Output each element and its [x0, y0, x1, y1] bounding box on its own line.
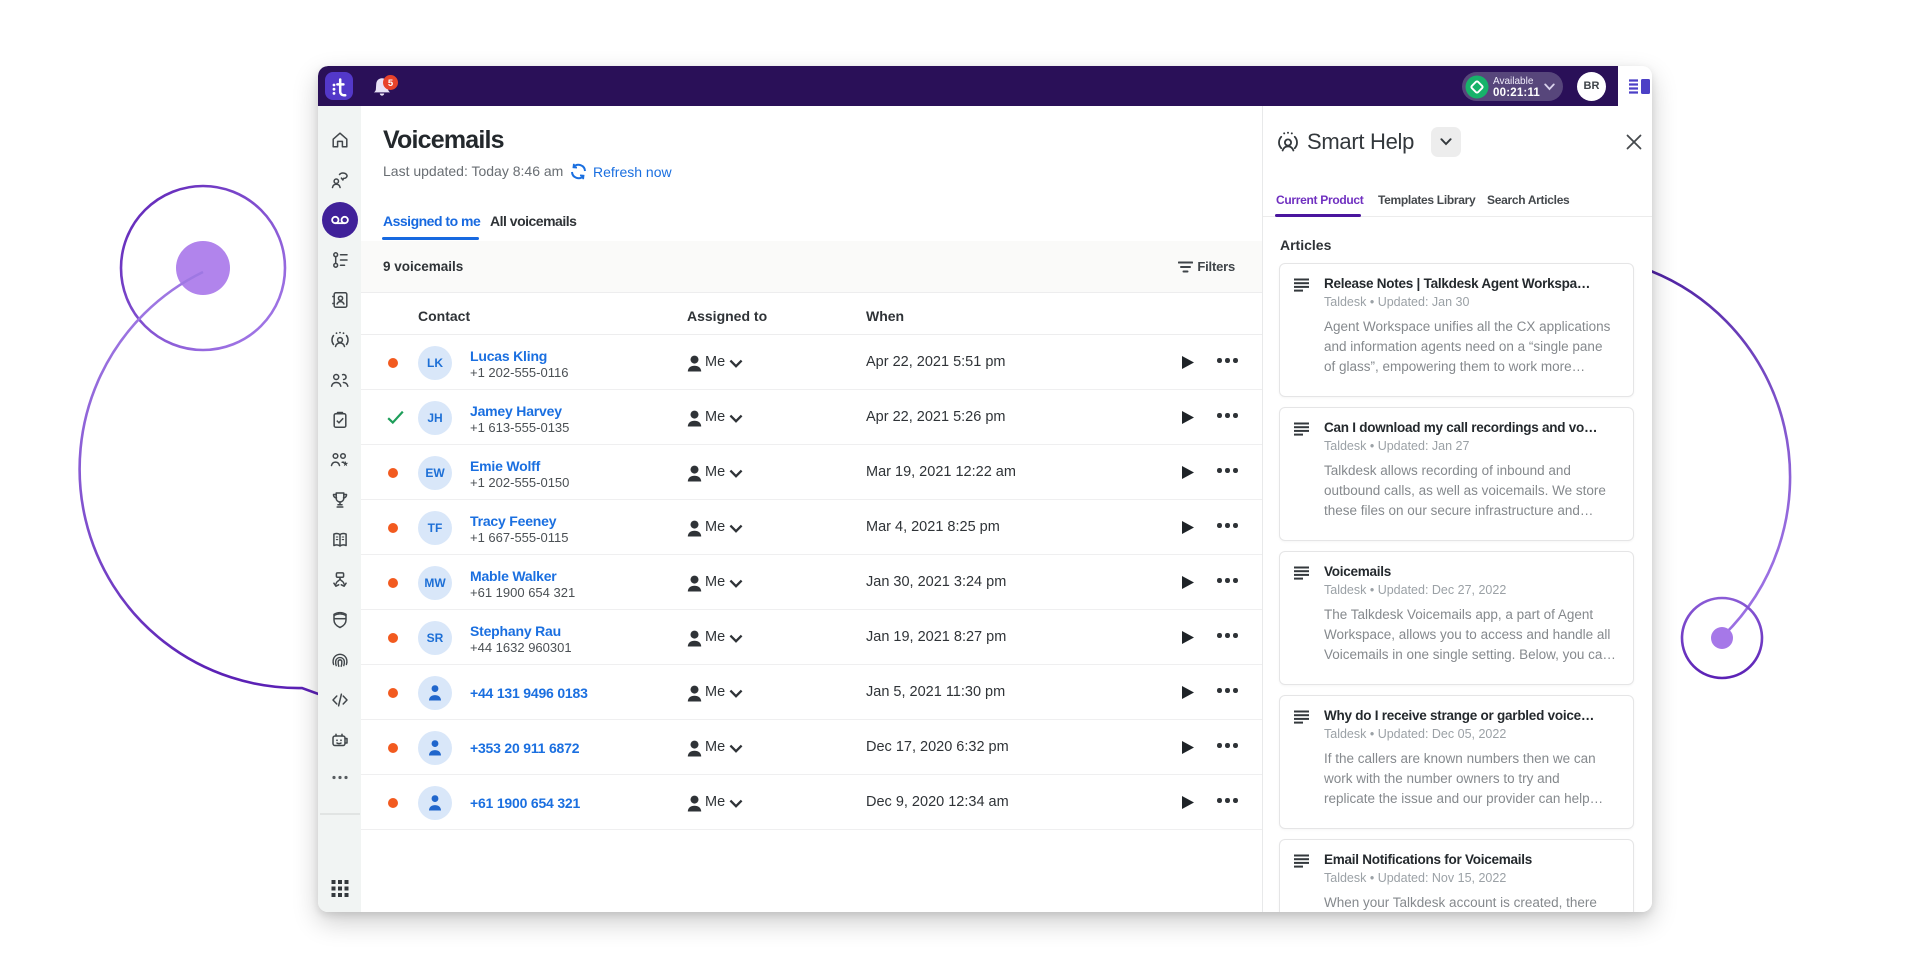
svg-text:5: 5 [388, 78, 394, 89]
